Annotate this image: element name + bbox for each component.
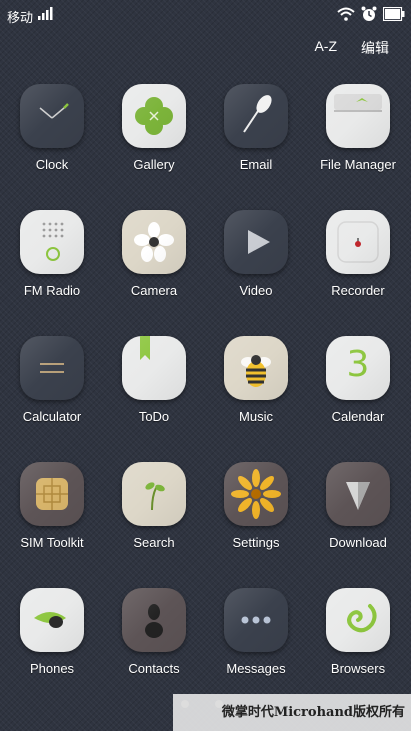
app-calendar[interactable]: 3 Calendar bbox=[308, 336, 408, 424]
edit-button[interactable]: 编辑 bbox=[361, 38, 389, 58]
clover-icon bbox=[122, 84, 186, 148]
app-label: Messages bbox=[226, 661, 286, 676]
page-indicator bbox=[181, 700, 223, 708]
carrier-label: 移动 bbox=[7, 10, 34, 25]
app-label: ToDo bbox=[138, 409, 170, 424]
page-dot[interactable] bbox=[215, 700, 223, 708]
app-music[interactable]: Music bbox=[206, 336, 306, 424]
app-clock[interactable]: Clock bbox=[2, 84, 102, 172]
tray-icon bbox=[326, 84, 390, 148]
app-settings[interactable]: Settings bbox=[206, 462, 306, 550]
app-label: Contacts bbox=[128, 661, 180, 676]
alarm-icon bbox=[361, 6, 377, 21]
app-label: Calendar bbox=[331, 409, 385, 424]
app-camera[interactable]: Camera bbox=[104, 210, 204, 298]
app-contacts[interactable]: Contacts bbox=[104, 588, 204, 676]
app-download[interactable]: Download bbox=[308, 462, 408, 550]
app-label: Settings bbox=[232, 535, 280, 550]
sunflower-icon bbox=[224, 462, 288, 526]
app-sim-toolkit[interactable]: SIM Toolkit bbox=[2, 462, 102, 550]
app-label: Video bbox=[239, 283, 273, 298]
app-label: Search bbox=[133, 535, 175, 550]
app-file-manager[interactable]: File Manager bbox=[308, 84, 408, 172]
app-label: FM Radio bbox=[23, 283, 81, 298]
app-recorder[interactable]: Recorder bbox=[308, 210, 408, 298]
app-label: Phones bbox=[29, 661, 75, 676]
app-label: Browsers bbox=[330, 661, 386, 676]
calculator-icon bbox=[20, 336, 84, 400]
app-label: Clock bbox=[35, 157, 69, 172]
dots-icon bbox=[224, 588, 288, 652]
calendar-day: 3 bbox=[346, 344, 370, 385]
leaf-icon bbox=[20, 588, 84, 652]
page-dot[interactable] bbox=[181, 700, 189, 708]
play-icon bbox=[224, 210, 288, 274]
top-actions: A-Z 编辑 bbox=[314, 38, 389, 58]
app-messages[interactable]: Messages bbox=[206, 588, 306, 676]
calendar-icon: 3 bbox=[326, 336, 390, 400]
app-label: Camera bbox=[130, 283, 178, 298]
radio-icon bbox=[20, 210, 84, 274]
bee-icon bbox=[224, 336, 288, 400]
pebbles-icon bbox=[122, 588, 186, 652]
feather-icon bbox=[224, 84, 288, 148]
sprout-icon bbox=[122, 462, 186, 526]
wifi-icon bbox=[337, 7, 355, 21]
battery-icon bbox=[383, 7, 405, 21]
sim-chip-icon bbox=[20, 462, 84, 526]
signal-icon bbox=[38, 7, 53, 20]
flower-icon bbox=[122, 210, 186, 274]
app-calculator[interactable]: Calculator bbox=[2, 336, 102, 424]
clock-icon bbox=[20, 84, 84, 148]
app-gallery[interactable]: Gallery bbox=[104, 84, 204, 172]
app-email[interactable]: Email bbox=[206, 84, 306, 172]
app-label: Email bbox=[239, 157, 273, 172]
app-fm-radio[interactable]: FM Radio bbox=[2, 210, 102, 298]
app-todo[interactable]: ToDo bbox=[104, 336, 204, 424]
app-label: Music bbox=[239, 409, 273, 424]
app-label: Download bbox=[329, 535, 387, 550]
mic-icon bbox=[326, 210, 390, 274]
app-label: Calculator bbox=[22, 409, 82, 424]
app-search[interactable]: Search bbox=[104, 462, 204, 550]
spiral-icon bbox=[326, 588, 390, 652]
app-phones[interactable]: Phones bbox=[2, 588, 102, 676]
app-video[interactable]: Video bbox=[206, 210, 306, 298]
cone-icon bbox=[326, 462, 390, 526]
app-label: Gallery bbox=[133, 157, 175, 172]
app-label: File Manager bbox=[320, 157, 396, 172]
status-bar: 移动 bbox=[0, 0, 411, 30]
bookmark-icon bbox=[122, 336, 186, 400]
app-browsers[interactable]: Browsers bbox=[308, 588, 408, 676]
sort-az-button[interactable]: A-Z bbox=[314, 38, 337, 58]
app-label: Recorder bbox=[331, 283, 385, 298]
app-label: SIM Toolkit bbox=[20, 535, 84, 550]
